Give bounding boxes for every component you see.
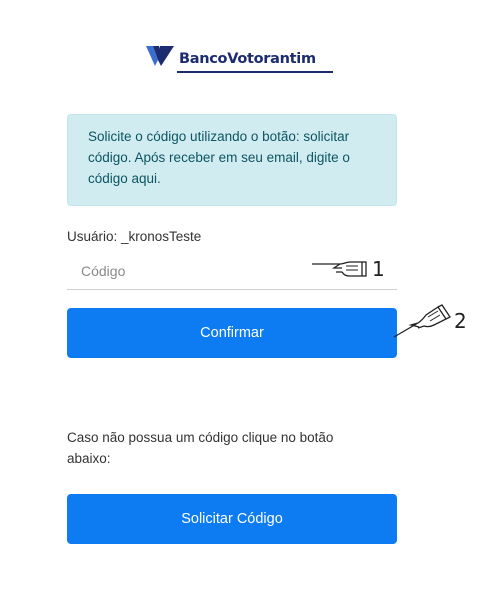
annotation-number: 2 — [454, 309, 467, 333]
confirm-button[interactable]: Confirmar — [67, 308, 397, 358]
annotation-1: 1 — [310, 258, 385, 280]
alert-message: Solicite o código utilizando o botão: so… — [88, 129, 350, 186]
brand-name: BancoVotorantim — [179, 51, 316, 67]
info-text: Caso não possua um código clique no botã… — [67, 430, 334, 466]
annotation-number: 1 — [372, 257, 385, 281]
pointing-hand-icon — [393, 304, 451, 338]
pointing-hand-icon — [312, 261, 367, 277]
annotation-2: 2 — [392, 301, 467, 341]
logo-underline — [177, 71, 333, 73]
brand-logo: BancoVotorantim — [145, 44, 333, 73]
banco-votorantim-logo-icon — [146, 46, 174, 66]
request-code-button[interactable]: Solicitar Código — [67, 494, 397, 544]
user-label: Usuário: _kronosTeste — [67, 229, 202, 244]
info-alert: Solicite o código utilizando o botão: so… — [67, 114, 397, 206]
